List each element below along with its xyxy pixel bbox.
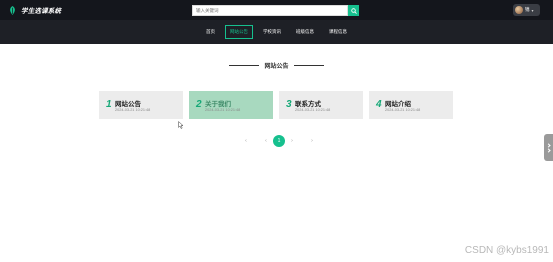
card-title: 网站介绍: [385, 101, 411, 108]
search-input[interactable]: [192, 5, 348, 16]
leaf-icon: [10, 5, 15, 15]
card-title: 网站公告: [115, 101, 141, 108]
card-number: 4: [376, 99, 382, 110]
card-date: 2024-03-21 10:21:48: [115, 108, 151, 112]
card-date: 2024-03-21 10:21:48: [385, 108, 421, 112]
search-bar: [192, 5, 359, 16]
card-title: 联系方式: [295, 101, 321, 108]
watermark: CSDN @kybs1991: [464, 245, 549, 256]
card-number: 3: [286, 99, 292, 110]
section-title: 网站公告: [264, 64, 289, 70]
user-menu[interactable]: 锦 ▾: [513, 4, 540, 16]
search-icon: [350, 7, 357, 14]
announcement-card[interactable]: 4 网站介绍 2024-03-21 10:21:48: [369, 91, 453, 119]
nav-item-class-info[interactable]: 班级信息: [291, 25, 319, 39]
pager-prev-button[interactable]: ‹: [262, 138, 270, 144]
card-number: 1: [106, 99, 112, 110]
chevron-down-icon: ▾: [531, 7, 534, 13]
pager-pages: ‹ 1 ›: [262, 135, 296, 147]
card-date: 2024-03-21 10:21:48: [295, 108, 331, 112]
cursor-icon: [178, 121, 184, 129]
pager-first-button[interactable]: ‹: [242, 138, 250, 144]
side-float-tab[interactable]: [544, 134, 553, 161]
site-logo[interactable]: 学生选课系统: [8, 5, 61, 15]
announcement-list: 1 网站公告 2024-03-21 10:21:48 2 关于我们 2024-0…: [99, 91, 453, 119]
main-nav: 首页 网站公告 学校资讯 班级信息 课程信息: [0, 20, 553, 44]
card-date: 2024-03-21 10:21:48: [205, 108, 241, 112]
nav-item-school-news[interactable]: 学校资讯: [258, 25, 286, 39]
user-name: 锦: [525, 7, 530, 12]
pager-last-button[interactable]: ›: [308, 138, 316, 144]
nav-item-home[interactable]: 首页: [201, 25, 220, 39]
chevron-right-icon: [546, 142, 551, 148]
avatar: [515, 6, 523, 14]
search-button[interactable]: [348, 5, 359, 16]
top-header: 学生选课系统 锦 ▾: [0, 0, 553, 20]
announcement-card[interactable]: 3 联系方式 2024-03-21 10:21:48: [279, 91, 363, 119]
section-heading: 网站公告: [0, 61, 553, 70]
nav-item-announcements[interactable]: 网站公告: [225, 25, 253, 39]
site-title: 学生选课系统: [21, 8, 62, 15]
announcement-card[interactable]: 1 网站公告 2024-03-21 10:21:48: [99, 91, 183, 119]
card-number: 2: [196, 99, 202, 110]
chevron-right-icon: [546, 147, 551, 153]
divider: [293, 65, 324, 66]
pager-next-button[interactable]: ›: [288, 138, 296, 144]
card-title: 关于我们: [205, 101, 231, 108]
announcement-card[interactable]: 2 关于我们 2024-03-21 10:21:48: [189, 91, 273, 119]
nav-item-course-info[interactable]: 课程信息: [324, 25, 352, 39]
pager-page-current[interactable]: 1: [273, 135, 285, 147]
pagination: ‹ ‹ 1 › ›: [242, 135, 316, 147]
divider: [229, 65, 260, 66]
